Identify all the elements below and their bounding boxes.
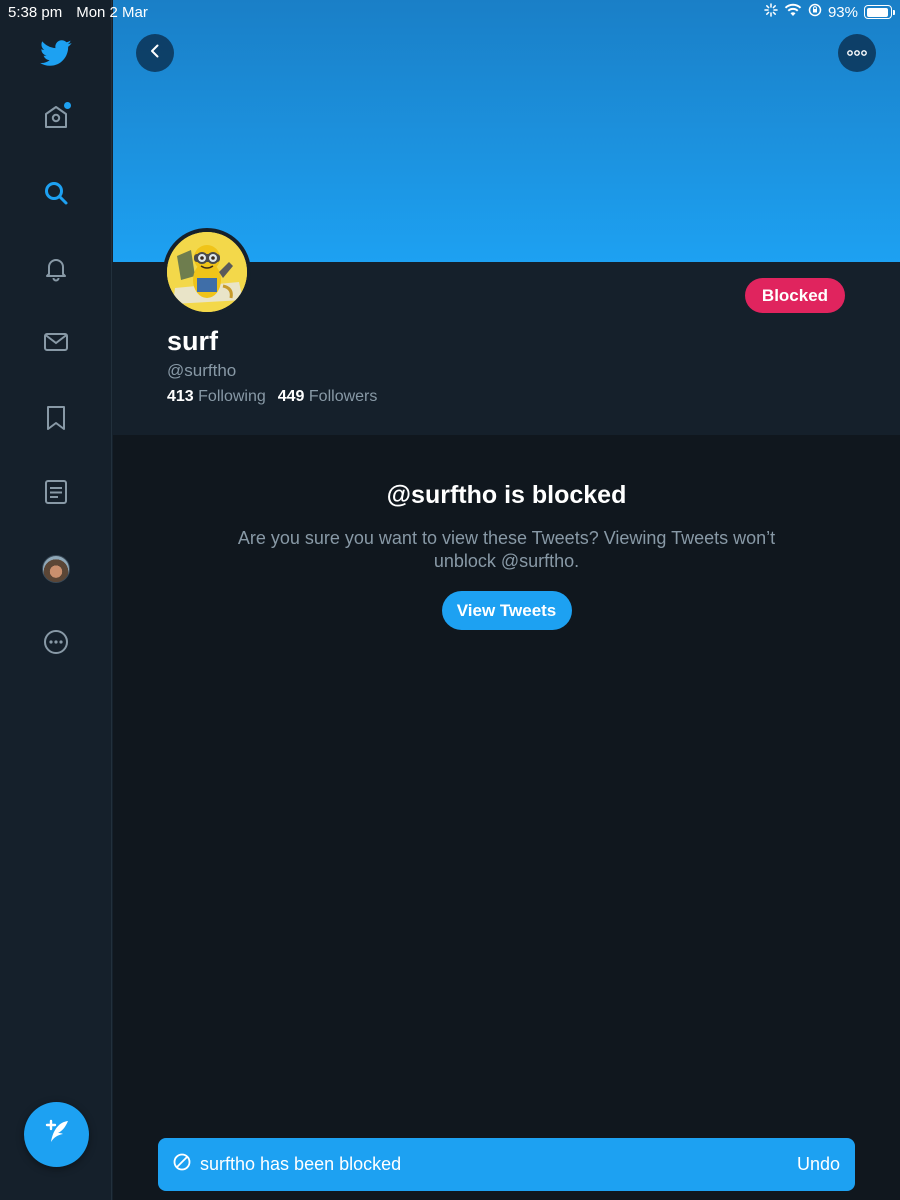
undo-button[interactable]: Undo <box>797 1154 840 1175</box>
sidebar-item-search[interactable] <box>31 170 81 220</box>
followers-link[interactable]: 449 Followers <box>278 388 378 406</box>
more-horizontal-icon <box>846 44 868 62</box>
compose-tweet-button[interactable] <box>24 1102 89 1167</box>
blocked-button[interactable]: Blocked <box>745 278 845 313</box>
blocked-notice: @surftho is blocked Are you sure you wan… <box>113 435 900 630</box>
chevron-left-icon <box>147 43 163 64</box>
search-icon <box>42 179 70 212</box>
sidebar <box>0 0 112 1200</box>
profile-avatar[interactable] <box>163 228 251 316</box>
more-options-button[interactable] <box>838 34 876 72</box>
status-time: 5:38 pm <box>8 3 63 21</box>
display-name: surf <box>167 326 219 356</box>
followers-count: 449 <box>277 388 305 405</box>
more-icon <box>42 628 70 661</box>
follow-stats: 413 Following 449 Followers <box>167 388 377 406</box>
status-date: Mon 2 Mar <box>76 3 148 21</box>
list-icon <box>42 478 70 511</box>
following-label: Following <box>198 388 266 405</box>
profile-header: Blocked surf @surftho 413 Following 449 … <box>113 228 900 435</box>
battery-icon <box>864 5 895 19</box>
main-content: Blocked surf @surftho 413 Following 449 … <box>113 0 900 1200</box>
wifi-icon <box>784 3 802 21</box>
blocked-notice-title: @surftho is blocked <box>386 481 627 509</box>
view-tweets-button[interactable]: View Tweets <box>441 591 572 630</box>
sidebar-item-bookmarks[interactable] <box>31 395 81 445</box>
battery-percentage: 93% <box>827 3 858 21</box>
bell-icon <box>42 254 70 287</box>
status-bar: 5:38 pm Mon 2 Mar 93% <box>0 0 900 24</box>
followers-label: Followers <box>308 388 378 405</box>
sidebar-item-home[interactable] <box>31 94 81 144</box>
user-handle: @surftho <box>167 361 237 380</box>
mail-icon <box>42 328 70 361</box>
back-button[interactable] <box>136 34 174 72</box>
sidebar-item-lists[interactable] <box>31 469 81 519</box>
bookmark-icon <box>42 404 70 437</box>
following-count: 413 <box>167 388 194 405</box>
sidebar-item-notifications[interactable] <box>31 245 81 295</box>
compose-tweet-icon <box>41 1116 73 1153</box>
battery-fill <box>866 7 888 17</box>
rotation-lock-icon <box>808 3 822 21</box>
profile-banner <box>113 0 900 262</box>
notification-dot <box>64 102 71 109</box>
blocked-notice-body: Are you sure you want to view these Twee… <box>237 528 776 571</box>
avatar <box>42 555 70 583</box>
sidebar-item-messages[interactable] <box>31 319 81 369</box>
twitter-logo-icon[interactable] <box>31 28 81 78</box>
sidebar-item-more[interactable] <box>31 619 81 669</box>
blocked-toast: surftho has been blocked Undo <box>158 1138 855 1191</box>
following-link[interactable]: 413 Following <box>167 388 266 406</box>
sidebar-item-profile[interactable] <box>31 544 81 594</box>
block-icon <box>172 1152 192 1177</box>
activity-icon <box>764 3 778 21</box>
toast-message: surftho has been blocked <box>200 1154 402 1174</box>
